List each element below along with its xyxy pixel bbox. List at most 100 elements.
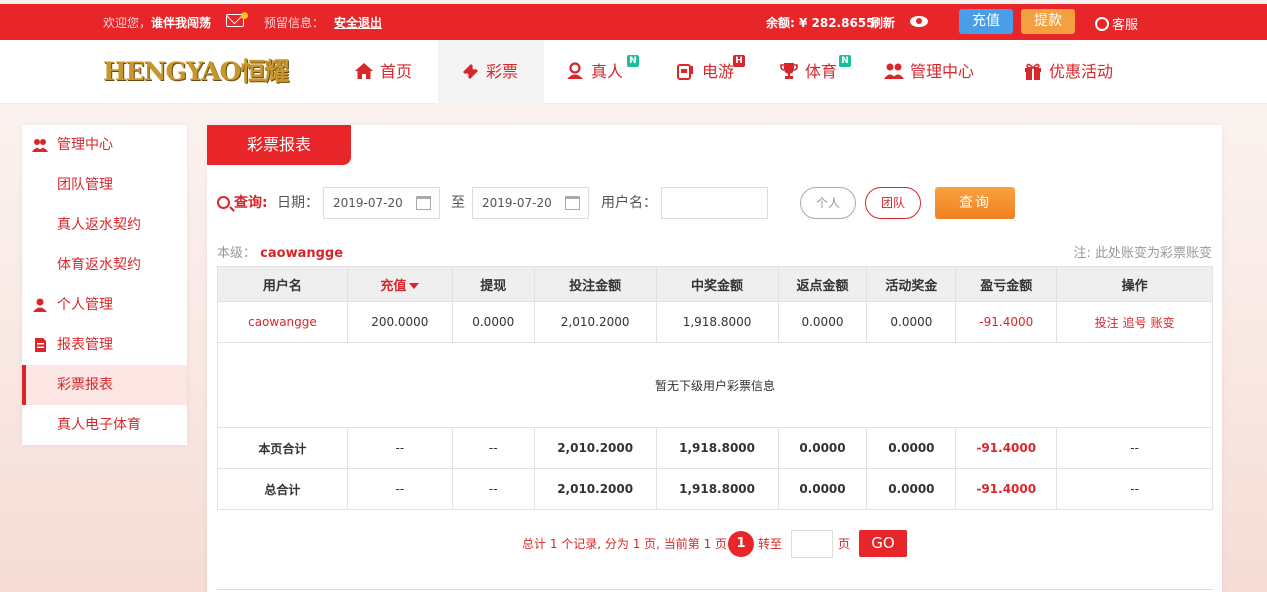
user-icon bbox=[33, 298, 47, 312]
welcome-text: 欢迎您，谁伴我闯荡 bbox=[103, 16, 212, 30]
logo[interactable]: HENGYAO恒耀 bbox=[103, 54, 311, 90]
hot-badge: H bbox=[733, 55, 745, 67]
username-input[interactable] bbox=[661, 187, 768, 219]
nav-slots[interactable]: 电游 H bbox=[676, 40, 766, 104]
level-info: 本级： caowangge bbox=[217, 246, 344, 261]
gift-icon bbox=[1025, 63, 1041, 80]
nav-promotions[interactable]: 优惠活动 bbox=[1023, 40, 1133, 104]
table-header-row: 用户名 充值 提现 投注金额 中奖金额 返点金额 活动奖金 盈亏金额 操作 bbox=[217, 266, 1213, 302]
total-sum-profit: -91.4000 bbox=[955, 468, 1058, 510]
total-sum-label: 总合计 bbox=[217, 468, 348, 510]
empty-message: 暂无下级用户彩票信息 bbox=[217, 342, 1213, 428]
total-sum-row: 总合计 -- -- 2,010.2000 1,918.8000 0.0000 0… bbox=[217, 468, 1213, 510]
date-from-input[interactable]: 2019-07-20 bbox=[323, 187, 440, 219]
nav-live[interactable]: 真人 N bbox=[565, 40, 655, 104]
refresh-link[interactable]: 刷新 bbox=[871, 14, 895, 31]
withdraw-button[interactable]: 提款 bbox=[1021, 9, 1075, 34]
page-sum-bonus: 0.0000 bbox=[866, 427, 957, 469]
chase-link[interactable]: 追号 bbox=[1123, 316, 1147, 330]
col-profit-loss: 盈亏金额 bbox=[955, 266, 1058, 302]
search-icon bbox=[217, 196, 230, 209]
sidebar-item-sports-rebate[interactable]: 体育返水契约 bbox=[22, 245, 187, 285]
dealer-icon bbox=[567, 62, 583, 79]
transactions-link[interactable]: 账变 bbox=[1151, 316, 1175, 330]
page-sum-row: 本页合计 -- -- 2,010.2000 1,918.8000 0.0000 … bbox=[217, 427, 1213, 469]
calendar-icon[interactable] bbox=[565, 196, 580, 210]
calendar-icon[interactable] bbox=[416, 196, 431, 210]
page-sum-withdraw: -- bbox=[451, 427, 535, 469]
bet-link[interactable]: 投注 bbox=[1095, 316, 1119, 330]
cell-actions: 投注 追号 账变 bbox=[1056, 301, 1213, 343]
main-panel: 彩票报表 查询: 日期： 2019-07-20 至 2019-07-20 用户名… bbox=[207, 125, 1222, 592]
page-title: 彩票报表 bbox=[207, 125, 351, 165]
users-icon bbox=[884, 63, 904, 79]
goto-page-input[interactable] bbox=[791, 530, 833, 558]
sidebar-item-personal-management[interactable]: 个人管理 bbox=[22, 285, 187, 325]
query-button[interactable]: 查询 bbox=[935, 187, 1015, 219]
goto-label: 转至 bbox=[758, 537, 783, 551]
nav-management[interactable]: 管理中心 bbox=[884, 40, 1004, 104]
personal-toggle[interactable]: 个人 bbox=[800, 187, 856, 219]
divider bbox=[217, 589, 1213, 590]
sidebar-item-lottery-report[interactable]: 彩票报表 bbox=[22, 365, 187, 405]
go-button[interactable]: GO bbox=[859, 530, 907, 557]
col-actions: 操作 bbox=[1056, 266, 1213, 302]
total-sum-win: 1,918.8000 bbox=[655, 468, 779, 510]
username-label: 用户名： bbox=[601, 195, 657, 211]
page-sum-label: 本页合计 bbox=[217, 427, 348, 469]
sidebar-item-team-management[interactable]: 团队管理 bbox=[22, 165, 187, 205]
cell-profit-loss: -91.4000 bbox=[955, 301, 1058, 343]
page-number-current[interactable]: 1 bbox=[728, 531, 754, 557]
eye-icon[interactable] bbox=[910, 16, 928, 27]
customer-service-link[interactable]: 客服 bbox=[1095, 14, 1138, 33]
reserve-info-label: 预留信息： bbox=[264, 16, 325, 30]
main-nav: HENGYAO恒耀 首页 彩票 真人 N 电游 H 体育 N 管理中心 优惠活动 bbox=[0, 40, 1267, 104]
new-badge: N bbox=[839, 55, 851, 67]
ticket-icon bbox=[463, 64, 478, 79]
page-sum-bet: 2,010.2000 bbox=[533, 427, 657, 469]
cell-recharge: 200.0000 bbox=[346, 301, 453, 343]
col-recharge[interactable]: 充值 bbox=[346, 266, 453, 302]
nav-home[interactable]: 首页 bbox=[340, 40, 438, 104]
col-rebate-amount: 返点金额 bbox=[777, 266, 868, 302]
sidebar-item-live-rebate[interactable]: 真人返水契约 bbox=[22, 205, 187, 245]
page-sum-recharge: -- bbox=[346, 427, 453, 469]
total-sum-actions: -- bbox=[1056, 468, 1213, 510]
page-sum-actions: -- bbox=[1056, 427, 1213, 469]
total-sum-withdraw: -- bbox=[451, 468, 535, 510]
level-username: caowangge bbox=[260, 246, 344, 261]
date-to-input[interactable]: 2019-07-20 bbox=[472, 187, 589, 219]
table-row: caowangge 200.0000 0.0000 2,010.2000 1,9… bbox=[217, 301, 1213, 343]
total-sum-bonus: 0.0000 bbox=[866, 468, 957, 510]
sidebar-item-management-center[interactable]: 管理中心 bbox=[22, 125, 187, 165]
page-unit-label: 页 bbox=[838, 537, 851, 551]
col-bet-amount: 投注金额 bbox=[533, 266, 657, 302]
col-username: 用户名 bbox=[217, 266, 348, 302]
page-sum-rebate: 0.0000 bbox=[777, 427, 868, 469]
nav-sports[interactable]: 体育 N bbox=[779, 40, 869, 104]
total-sum-bet: 2,010.2000 bbox=[533, 468, 657, 510]
username: 谁伴我闯荡 bbox=[151, 16, 212, 30]
slot-machine-icon bbox=[677, 64, 693, 80]
date-label: 日期： bbox=[277, 195, 319, 211]
logout-link[interactable]: 安全退出 bbox=[334, 14, 382, 31]
sidebar-item-live-electronic-sports[interactable]: 真人电子体育 bbox=[22, 405, 187, 445]
cell-win-amount: 1,918.8000 bbox=[655, 301, 779, 343]
sidebar-item-report-management[interactable]: 报表管理 bbox=[22, 325, 187, 365]
page-sum-profit: -91.4000 bbox=[955, 427, 1058, 469]
sort-desc-icon bbox=[409, 282, 420, 289]
nav-lottery[interactable]: 彩票 bbox=[438, 40, 544, 104]
pagination-summary: 总计 1 个记录, 分为 1 页, 当前第 1 页 bbox=[522, 537, 728, 551]
users-icon bbox=[32, 139, 48, 152]
cell-username[interactable]: caowangge bbox=[217, 301, 348, 343]
note-text: 注: 此处账变为彩票账变 bbox=[1073, 246, 1212, 261]
cell-activity-bonus: 0.0000 bbox=[866, 301, 957, 343]
trophy-icon bbox=[780, 63, 798, 79]
team-toggle[interactable]: 团队 bbox=[865, 187, 921, 219]
report-table: 用户名 充值 提现 投注金额 中奖金额 返点金额 活动奖金 盈亏金额 操作 ca… bbox=[217, 266, 1213, 510]
recharge-button[interactable]: 充值 bbox=[959, 9, 1013, 34]
notification-dot bbox=[241, 12, 248, 19]
col-activity-bonus: 活动奖金 bbox=[866, 266, 957, 302]
home-icon bbox=[355, 63, 373, 79]
to-label: 至 bbox=[451, 195, 465, 211]
